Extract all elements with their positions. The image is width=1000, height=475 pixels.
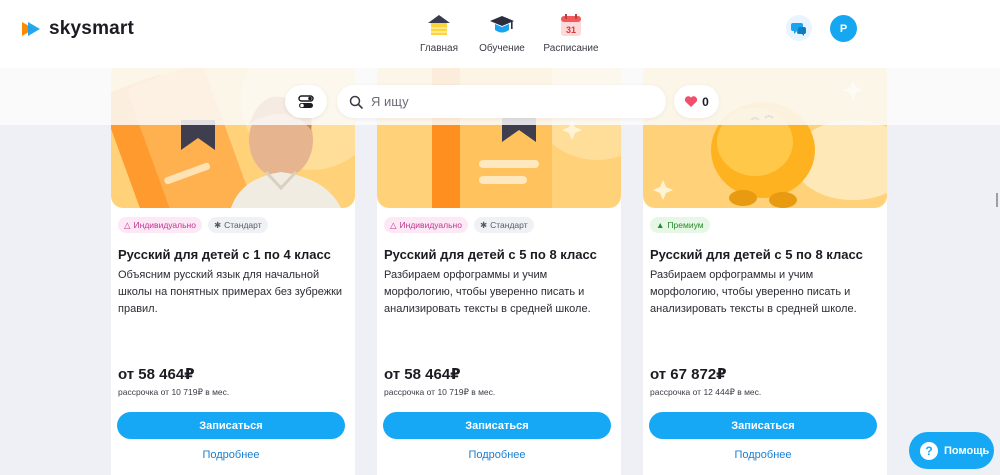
badge-standard: ✱ Стандарт xyxy=(207,217,268,233)
hat-icon: △ xyxy=(124,219,131,230)
filter-button[interactable] xyxy=(285,85,327,118)
course-title: Русский для детей с 1 по 4 класс xyxy=(118,247,331,262)
badge-label: Стандарт xyxy=(490,220,528,230)
enroll-button[interactable]: Записаться xyxy=(383,412,611,439)
more-link[interactable]: Подробнее xyxy=(111,449,351,461)
course-badges: △ Индивидуально ✱ Стандарт xyxy=(384,217,534,233)
graduation-cap-icon xyxy=(489,12,515,38)
badge-standard: ✱ Стандарт xyxy=(473,217,534,233)
badge-label: Индивидуально xyxy=(133,220,196,230)
course-price: от 58 464₽ xyxy=(118,366,195,383)
search-icon xyxy=(349,95,363,109)
chat-button[interactable] xyxy=(786,15,812,41)
search-input[interactable] xyxy=(371,94,641,109)
nav-label-learning: Обучение xyxy=(479,43,525,54)
badge-individual: △ Индивидуально xyxy=(384,217,468,233)
logo-wordmark: skysmart xyxy=(49,18,135,39)
user-avatar[interactable]: P xyxy=(830,15,857,42)
gear-icon: ✱ xyxy=(479,219,488,230)
logo-mark-icon xyxy=(22,22,40,36)
favorites-button[interactable]: 0 xyxy=(674,85,719,118)
skysmart-logo[interactable]: skysmart xyxy=(21,18,134,40)
toggle-filter-icon xyxy=(298,94,314,108)
nav-item-learning[interactable]: Обучение xyxy=(470,12,534,54)
calendar-icon: 31 xyxy=(558,12,584,38)
badge-label: Премиум xyxy=(667,220,704,230)
nav-item-schedule[interactable]: 31 Расписание xyxy=(536,12,606,54)
installment-text: рассрочка от 12 444₽ в мес. xyxy=(650,387,762,397)
course-description: Разбираем орфограммы и учим морфологию, … xyxy=(650,269,857,315)
course-price: от 67 872₽ xyxy=(650,366,727,383)
chat-icon xyxy=(791,23,806,36)
help-label: Помощь xyxy=(944,444,990,457)
heart-icon xyxy=(685,96,698,107)
gear-icon: ✱ xyxy=(213,219,222,230)
top-header: skysmart Главная Обучение 31 Расписание … xyxy=(0,0,1000,68)
course-description: Объясним русский язык для начальной школ… xyxy=(118,269,343,315)
search-bar-band: 0 xyxy=(0,68,1000,125)
course-badges: ▲ Премиум xyxy=(650,217,710,233)
hat-icon: △ xyxy=(390,219,397,230)
nav-item-home[interactable]: Главная xyxy=(410,12,468,54)
installment-text: рассрочка от 10 719₽ в мес. xyxy=(118,387,230,397)
course-badges: △ Индивидуально ✱ Стандарт xyxy=(118,217,268,233)
badge-individual: △ Индивидуально xyxy=(118,217,202,233)
enroll-button[interactable]: Записаться xyxy=(117,412,345,439)
more-link[interactable]: Подробнее xyxy=(377,449,617,461)
course-title: Русский для детей с 5 по 8 класс xyxy=(650,247,863,262)
help-button[interactable]: ? Помощь xyxy=(909,432,994,469)
course-price: от 58 464₽ xyxy=(384,366,461,383)
calendar-day-text: 31 xyxy=(566,25,576,35)
badge-label: Индивидуально xyxy=(399,220,462,230)
installment-text: рассрочка от 10 719₽ в мес. xyxy=(384,387,496,397)
nav-label-home: Главная xyxy=(419,43,459,54)
course-title: Русский для детей с 5 по 8 класс xyxy=(384,247,597,262)
search-box[interactable] xyxy=(337,85,666,118)
more-link[interactable]: Подробнее xyxy=(643,449,883,461)
thumbs-up-icon: ▲ xyxy=(656,220,665,230)
course-description: Разбираем орфограммы и учим морфологию, … xyxy=(384,269,591,315)
enroll-button[interactable]: Записаться xyxy=(649,412,877,439)
scrollbar-thumb[interactable] xyxy=(996,193,998,207)
home-icon xyxy=(426,12,452,38)
badge-premium: ▲ Премиум xyxy=(650,217,710,233)
question-icon: ? xyxy=(920,441,938,460)
badge-label: Стандарт xyxy=(224,220,262,230)
main-nav: Главная Обучение 31 Расписание xyxy=(410,12,606,54)
nav-label-schedule: Расписание xyxy=(543,43,599,54)
favorites-count: 0 xyxy=(702,94,709,109)
